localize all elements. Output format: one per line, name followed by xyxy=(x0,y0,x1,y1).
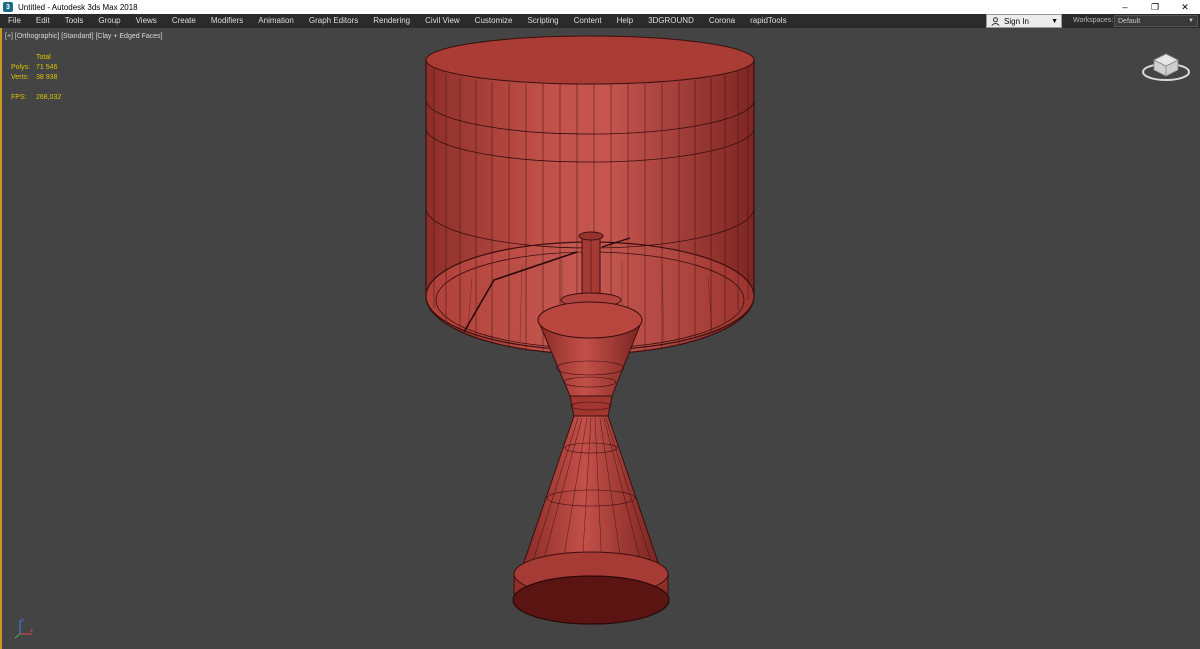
menu-rapidtools[interactable]: rapidTools xyxy=(742,14,793,28)
menu-3dground[interactable]: 3DGROUND xyxy=(640,14,701,28)
menu-help[interactable]: Help xyxy=(609,14,640,28)
menu-animation[interactable]: Animation xyxy=(250,14,301,28)
menu-tools[interactable]: Tools xyxy=(57,14,91,28)
title-bar: 3 Untitled - Autodesk 3ds Max 2018 – ❐ ✕ xyxy=(0,0,1200,14)
menu-group[interactable]: Group xyxy=(90,14,127,28)
viewport-label[interactable]: [+] [Orthographic] [Standard] [Clay + Ed… xyxy=(5,33,163,40)
menu-edit[interactable]: Edit xyxy=(28,14,57,28)
sign-in-label: Sign In xyxy=(1004,16,1029,26)
close-button[interactable]: ✕ xyxy=(1170,0,1200,14)
verts-value: 38 938 xyxy=(36,74,58,81)
fps-value: 268,032 xyxy=(36,94,62,101)
perspective-viewport[interactable]: [+] [Orthographic] [Standard] [Clay + Ed… xyxy=(0,28,1200,649)
chevron-down-icon: ▼ xyxy=(1188,18,1194,24)
window-controls: – ❐ ✕ xyxy=(1110,0,1200,14)
menu-rendering[interactable]: Rendering xyxy=(365,14,417,28)
menu-views[interactable]: Views xyxy=(128,14,164,28)
menu-scripting[interactable]: Scripting xyxy=(519,14,565,28)
menu-graph-editors[interactable]: Graph Editors xyxy=(301,14,365,28)
statistics-overlay: Total Polys: 71 546 Verts: 38 938 FPS: 268,… xyxy=(11,53,61,103)
polys-label: Polys: xyxy=(11,64,31,71)
user-icon xyxy=(990,16,1000,26)
menu-create[interactable]: Create xyxy=(164,14,203,28)
sign-in-dropdown[interactable]: Sign In ▼ xyxy=(986,14,1062,28)
window-title: Untitled - Autodesk 3ds Max 2018 xyxy=(18,2,138,12)
workspaces-label: Workspaces: xyxy=(1073,17,1114,24)
fps-label: FPS: xyxy=(11,94,27,101)
verts-label: Verts: xyxy=(11,74,29,81)
svg-text:z: z xyxy=(21,618,24,624)
lamp-model[interactable] xyxy=(2,28,1200,649)
svg-text:x: x xyxy=(30,628,33,634)
menu-corona[interactable]: Corona xyxy=(701,14,742,28)
menu-civil-view[interactable]: Civil View xyxy=(417,14,467,28)
viewcube-icon[interactable] xyxy=(1140,48,1192,84)
axis-tripod-icon: z x xyxy=(12,616,36,640)
workspace-value: Default xyxy=(1118,17,1141,25)
app-icon: 3 xyxy=(3,2,13,12)
chevron-down-icon: ▼ xyxy=(1051,17,1058,25)
menu-modifiers[interactable]: Modifiers xyxy=(203,14,250,28)
workspace-select[interactable]: Default ▼ xyxy=(1114,15,1198,27)
menu-file[interactable]: File xyxy=(0,14,28,28)
minimize-button[interactable]: – xyxy=(1110,0,1140,14)
polys-value: 71 546 xyxy=(36,64,58,71)
stats-header: Total xyxy=(36,54,51,61)
menu-customize[interactable]: Customize xyxy=(467,14,520,28)
restore-button[interactable]: ❐ xyxy=(1140,0,1170,14)
menu-content[interactable]: Content xyxy=(566,14,609,28)
